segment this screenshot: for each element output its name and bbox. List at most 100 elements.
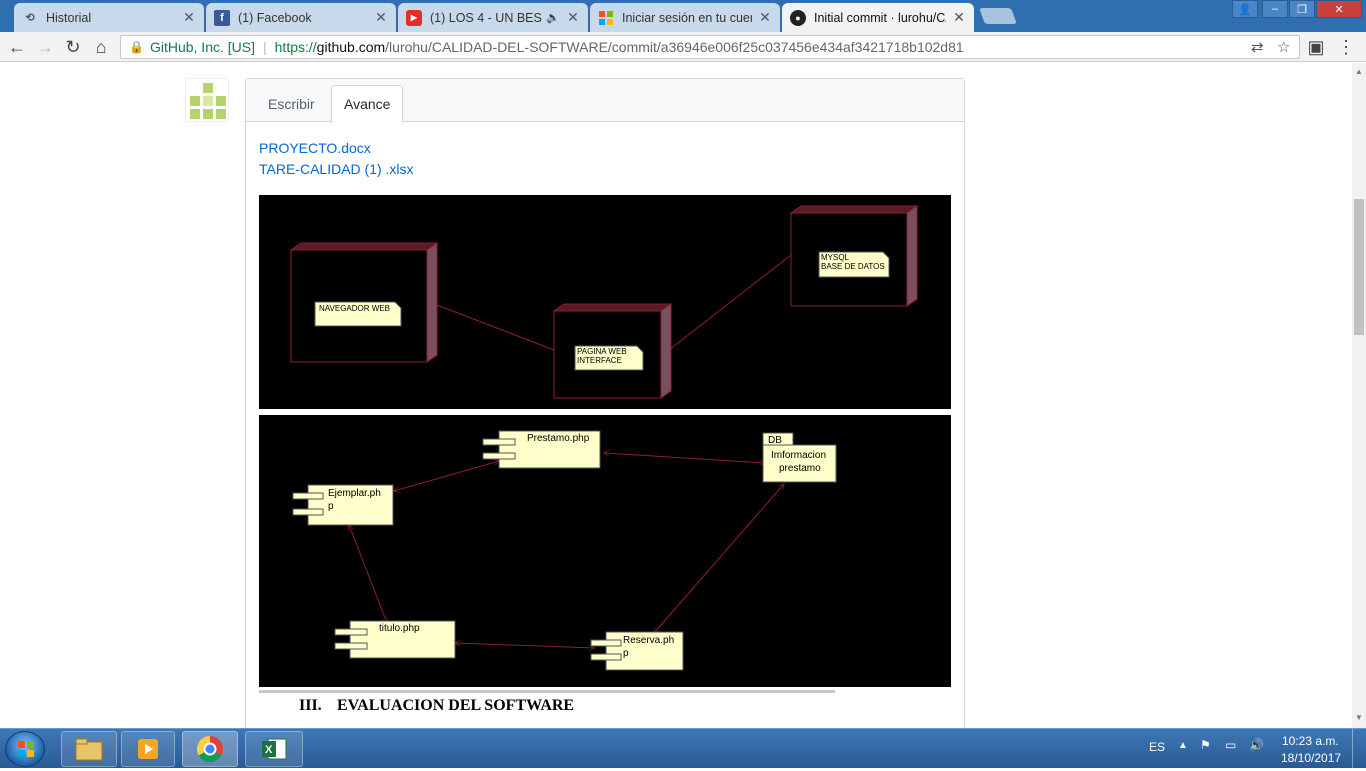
component-ejemplar: Ejemplar.ph p <box>292 484 394 526</box>
relation-line <box>394 461 499 491</box>
site-identity[interactable]: GitHub, Inc. [US] <box>150 39 255 55</box>
excel-icon: X <box>262 738 287 760</box>
tab-historial[interactable]: ⟲ Historial ✕ <box>14 3 204 32</box>
browser-tab-strip: ⟲ Historial ✕ f (1) Facebook ✕ ▶ (1) LOS… <box>0 0 1366 32</box>
close-window-icon[interactable]: ✕ <box>1316 0 1362 18</box>
menu-icon[interactable]: ⋮ <box>1335 36 1357 58</box>
clock-date[interactable]: 18/10/2017 <box>1281 751 1341 765</box>
language-indicator[interactable]: ES <box>1149 740 1165 754</box>
note-text: PAGINA WEB <box>577 347 627 356</box>
tab-youtube[interactable]: ▶ (1) LOS 4 - UN BESO 🔈 ✕ <box>398 3 588 32</box>
page-content: Escribir Avance PROYECTO.docx TARE-CALID… <box>0 63 1352 728</box>
scroll-thumb[interactable] <box>1354 199 1364 335</box>
reload-icon[interactable]: ↻ <box>62 36 84 58</box>
tab-escribir[interactable]: Escribir <box>256 85 327 123</box>
db-label: Imformacion <box>771 450 826 461</box>
comment-box: Escribir Avance PROYECTO.docx TARE-CALID… <box>245 78 965 728</box>
tab-facebook[interactable]: f (1) Facebook ✕ <box>206 3 396 32</box>
note-text: BASE DE DATOS <box>821 262 885 271</box>
file-link-tare-calidad[interactable]: TARE-CALIDAD (1) .xlsx <box>259 161 414 177</box>
microsoft-icon <box>598 10 614 26</box>
svg-text:X: X <box>265 744 273 756</box>
component-label: titulo.php <box>379 623 420 634</box>
media-player-taskbar-button[interactable] <box>121 731 175 767</box>
url-host: github.com <box>316 39 386 55</box>
clock-time[interactable]: 10:23 a.m. <box>1282 734 1339 748</box>
translate-icon[interactable]: ⇄ <box>1251 38 1264 56</box>
scroll-down-icon[interactable]: ▼ <box>1352 711 1366 725</box>
tab-github[interactable]: ● Initial commit · lurohu/CA ✕ <box>782 3 974 32</box>
back-icon[interactable]: ← <box>6 36 28 58</box>
close-tab-icon[interactable]: ✕ <box>758 9 772 26</box>
db-information: DB Imformacion prestamo <box>762 432 837 483</box>
media-player-icon <box>138 739 158 759</box>
extension-icon[interactable]: ▣ <box>1305 36 1327 58</box>
scroll-up-icon[interactable]: ▲ <box>1352 65 1366 79</box>
action-center-icon[interactable]: ⚑ <box>1200 738 1211 752</box>
user-icon[interactable]: 👤 <box>1232 0 1258 18</box>
browser-toolbar: ← → ↻ ⌂ 🔒 GitHub, Inc. [US] | https:// g… <box>0 32 1366 62</box>
show-desktop-button[interactable] <box>1352 729 1366 769</box>
restore-icon[interactable]: ❐ <box>1289 0 1315 18</box>
chrome-icon <box>196 735 223 763</box>
component-label: Prestamo.php <box>527 433 590 444</box>
note-text: MYSQL <box>821 253 850 262</box>
excel-taskbar-button[interactable]: X <box>245 731 303 767</box>
forward-icon[interactable]: → <box>34 36 56 58</box>
note-text: INTERFACE <box>577 356 622 365</box>
close-tab-icon[interactable]: ✕ <box>182 9 196 26</box>
new-tab-button[interactable] <box>979 8 1017 24</box>
lock-icon[interactable]: 🔒 <box>129 40 144 54</box>
close-tab-icon[interactable]: ✕ <box>952 9 966 26</box>
relation-line <box>654 484 784 633</box>
minimize-icon[interactable]: – <box>1262 0 1288 18</box>
tray-expand-icon[interactable]: ▲ <box>1178 740 1188 751</box>
history-icon: ⟲ <box>25 12 35 24</box>
url-path: /lurohu/CALIDAD-DEL-SOFTWARE/commit/a369… <box>385 39 964 55</box>
close-tab-icon[interactable]: ✕ <box>566 9 580 26</box>
start-button[interactable] <box>5 731 45 767</box>
db-label: prestamo <box>779 463 821 474</box>
note-pagina-web: PAGINA WEB INTERFACE <box>574 345 644 371</box>
chrome-taskbar-button[interactable] <box>182 731 238 767</box>
explorer-taskbar-button[interactable] <box>61 731 117 767</box>
component-prestamo: Prestamo.php <box>482 430 601 469</box>
component-label: Reserva.ph <box>623 635 674 646</box>
home-icon[interactable]: ⌂ <box>90 36 112 58</box>
component-diagram: Prestamo.php Ejemplar.ph p titulo.php Re… <box>259 415 951 687</box>
comment-tabs: Escribir Avance <box>246 79 964 123</box>
page-scrollbar[interactable]: ▲ ▼ <box>1352 63 1366 728</box>
folder-icon <box>75 738 103 761</box>
volume-icon[interactable]: 🔊 <box>1249 738 1264 752</box>
url-scheme: https:// <box>274 39 317 55</box>
address-bar[interactable]: 🔒 GitHub, Inc. [US] | https:// github.co… <box>120 35 1300 59</box>
bookmark-star-icon[interactable]: ☆ <box>1277 38 1290 56</box>
youtube-icon: ▶ <box>406 9 422 26</box>
tab-microsoft[interactable]: Iniciar sesión en tu cuent ✕ <box>590 3 780 32</box>
connector-line <box>668 254 792 351</box>
note-navegador: NAVEGADOR WEB <box>314 301 402 327</box>
component-reserva: Reserva.ph p <box>590 631 684 671</box>
close-tab-icon[interactable]: ✕ <box>374 9 388 26</box>
tab-avance[interactable]: Avance <box>331 85 404 123</box>
note-text: NAVEGADOR WEB <box>319 304 390 313</box>
component-label: p <box>623 648 629 659</box>
deployment-diagram: NAVEGADOR WEB PAGINA WEB INTERFACE MYSQL… <box>259 195 951 409</box>
deployment-diagram-svg: NAVEGADOR WEB PAGINA WEB INTERFACE MYSQL… <box>289 205 919 399</box>
component-label: Ejemplar.ph <box>328 488 381 499</box>
speaker-icon[interactable]: 🔈 <box>546 11 560 24</box>
component-diagram-svg: Prestamo.php Ejemplar.ph p titulo.php Re… <box>292 430 837 671</box>
relation-line <box>455 643 594 648</box>
section-heading: III. EVALUACION DEL SOFTWARE <box>299 697 574 715</box>
section-title: EVALUACION DEL SOFTWARE <box>337 697 575 714</box>
horizontal-rule <box>259 690 835 693</box>
network-icon[interactable]: ▭ <box>1225 738 1236 752</box>
avatar[interactable] <box>185 78 229 122</box>
facebook-icon: f <box>214 9 230 26</box>
note-mysql: MYSQL BASE DE DATOS <box>818 251 890 278</box>
component-titulo: titulo.php <box>334 620 456 659</box>
separator: | <box>263 39 267 55</box>
section-number: III. <box>299 697 322 714</box>
windows-taskbar: X ES ▲ ⚑ ▭ 🔊 10:23 a.m. 18/10/2017 <box>0 728 1366 769</box>
file-link-proyecto[interactable]: PROYECTO.docx <box>259 140 371 156</box>
